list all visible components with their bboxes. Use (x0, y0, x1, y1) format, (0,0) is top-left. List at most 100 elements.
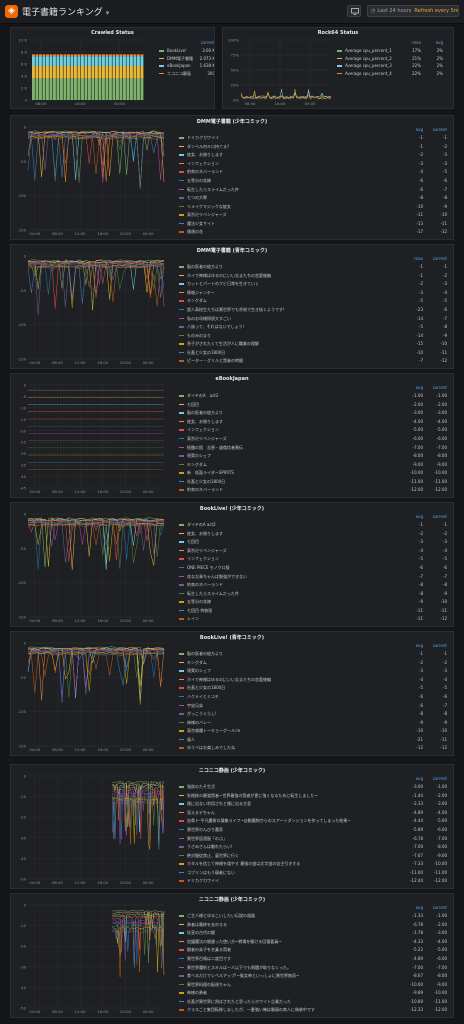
legend-item[interactable]: 東京喰種トーキョーグール:re -10 -10 (179, 727, 451, 734)
legend-item[interactable]: 私のお母様探偵大すごい -14 -7 (179, 315, 451, 322)
legend-col-header[interactable]: avg (401, 127, 423, 133)
legend-item[interactable]: 食べるだけでレベルアップ!~駄女神といっしょに異世界無双~ -8.67 -8.00 (179, 972, 451, 979)
legend-item[interactable]: 神様の勇者 -9.89 -10.00 (179, 989, 451, 996)
legend-item[interactable]: ホイで神様はゆるのにいい太またちの恋愛後編 -1 -2 (179, 272, 451, 279)
legend-col-header[interactable]: current (425, 385, 447, 391)
legend-col-header[interactable]: avg (421, 40, 443, 46)
legend-item[interactable]: 社畜と少女の1800日 -11.00 -11.00 (179, 478, 451, 485)
legend-col-header[interactable]: avg (401, 514, 423, 520)
legend-item[interactable]: Average cpu_percent_2 21% 2% (337, 55, 453, 62)
legend-item[interactable]: 新 仮面ライダーSPIRITS -10.00 -10.00 (179, 469, 451, 476)
legend-item[interactable]: 約束のネバーランド -12.00 -12.00 (179, 486, 451, 493)
legend-item[interactable]: ニコニコ静画 300 (159, 70, 214, 77)
legend-item[interactable]: 絶対服従禁止、裏世界に行く -7.67 -9.00 (179, 852, 451, 859)
legend-item[interactable]: 異世界魔術とスキルは一人以下でも問題が取りなくった。 -7.00 -7.00 (179, 964, 451, 971)
legend-item[interactable]: Average cpu_percent_1 17% 3% (337, 47, 453, 54)
legend-item[interactable]: ゆうべはお楽しみでしたね -12 -12 (179, 744, 451, 751)
legend-item[interactable]: ホタルを信じて神様を増やす 最強の蛍は文字蛍の自主引きする -7.33 -10.00 (179, 860, 451, 867)
legend-item[interactable]: 宇宙兄弟 -6 -7 (179, 702, 451, 709)
legend-item[interactable]: 七回目 特装版 -11 -11 (179, 607, 451, 614)
legend-item[interactable]: 転生したらスライムだった件 -6 -7 (179, 186, 451, 193)
legend-item[interactable]: 風人 -21 -11 (179, 736, 451, 743)
legend-col-current[interactable]: current (193, 40, 214, 46)
legend-item[interactable]: 八族って、それはないでしょう! -5 -8 (179, 323, 451, 330)
legend-item[interactable]: 僕達の花 -17 -12 (179, 228, 451, 235)
legend-col-header[interactable]: current (425, 127, 447, 133)
legend-item[interactable]: ご主人様とゆるこいしたい伝説の道器 -1.33 -1.00 (179, 912, 451, 919)
legend-item[interactable]: 僕に出ない利用されと僕に出る主君 -2.33 -3.00 (179, 800, 451, 807)
grafana-logo-icon[interactable]: ◈ (5, 5, 18, 18)
legend-item[interactable]: 勇者は最終を支のろる -6.78 -2.00 (179, 921, 451, 928)
legend-item[interactable]: 脳の医者の彼方より -3.00 -3.00 (179, 409, 451, 416)
legend-item[interactable]: キングダム -2 -2 (179, 659, 451, 666)
legend-item[interactable]: キングダム -9.00 -9.00 (179, 461, 451, 468)
legend-col-header[interactable]: avg (401, 776, 423, 782)
legend-item[interactable]: 情報ジャンキー -3 -4 (179, 289, 451, 296)
legend-item[interactable]: ダイヤのA act2 -1.00 -1.00 (179, 392, 451, 399)
legend-item[interactable]: ダンベル何キロ持てる? -1 -2 (179, 143, 451, 150)
legend-item[interactable]: BookLive! 3.60 K (159, 47, 214, 54)
legend-item[interactable]: ONE PIECE モノクロ版 -6 -6 (179, 564, 451, 571)
legend-col-header[interactable]: current (425, 643, 447, 649)
legend-item[interactable]: 異世界召喚は二度目です -4.89 -6.00 (179, 955, 451, 962)
legend-item[interactable]: 転生したらスライムだった件 -8 -9 (179, 590, 451, 597)
legend-item[interactable]: 七回目 -3 -3 (179, 538, 451, 545)
legend-item[interactable]: 異世界料理の配達ちゃん -10.00 -9.00 (179, 981, 451, 988)
legend-item[interactable]: 東京卍リベンジャーズ -6.00 -6.00 (179, 435, 451, 442)
legend-col-header[interactable]: current (425, 256, 447, 262)
legend-item[interactable]: 彼女、お借りします -2 -2 (179, 530, 451, 537)
legend-item[interactable]: ドミカクカワイイ -1 -1 (179, 134, 451, 141)
legend-item[interactable]: 七つの大罪 -8 -8 (179, 194, 451, 201)
legend-item[interactable]: ものみのまり -14 -9 (179, 332, 451, 339)
legend-item[interactable]: 花なな青ちゃんは勉強ができない -7 -7 (179, 573, 451, 580)
legend-item[interactable]: 脳の医者の彼方より -1 -1 (179, 650, 451, 657)
legend-item[interactable]: ダイヤのA act2 -1 -1 (179, 521, 451, 528)
legend-item[interactable]: 血骨ド-平凡魔術の凝集ライフ~自動魔物からのスアートダンジョンを作ってしまった結… (179, 817, 451, 824)
legend-item[interactable]: 社畜と少女の1800日 -10 -11 (179, 349, 451, 356)
legend-col-header[interactable]: current (425, 905, 447, 911)
legend-item[interactable]: 蹴者の弟子を名乗る賢者 -5.22 -5.00 (179, 946, 451, 953)
legend-item[interactable]: うさみさんは触れたらい! -7.00 -8.00 (179, 843, 451, 850)
legend-item[interactable]: 現実のシェフ -8.00 -8.00 (179, 452, 451, 459)
legend-item[interactable]: ハクメイとミコチ -6 -6 (179, 693, 451, 700)
legend-item[interactable]: レイン -11 -12 (179, 615, 451, 622)
legend-item[interactable]: 強欲のたそ生活 -3.00 -1.00 (179, 783, 451, 790)
legend-item[interactable]: 約束のネバーランド -8 -8 (179, 581, 451, 588)
legend-item[interactable]: 彼女、お借りします -2 -3 (179, 151, 451, 158)
legend-item[interactable]: インフェクション -5 -5 (179, 555, 451, 562)
legend-col-header[interactable]: current (425, 776, 447, 782)
legend-item[interactable]: 加護魔法の間違った使い方~戦場を駆ける回復要員~ -4.33 -4.00 (179, 938, 451, 945)
legend-item[interactable]: リメイクマジックな彼女 -10 -9 (179, 203, 451, 210)
legend-item[interactable]: インフェクション -3 -3 (179, 160, 451, 167)
legend-item[interactable]: インフェクション -5.00 -5.00 (179, 426, 451, 433)
legend-item[interactable]: 社畜と少女の1800日 -5 -5 (179, 684, 451, 691)
legend-item[interactable]: 社畜が異世界に飛ばされたと思ったらホワイト企業だった -10.89 -11.00 (179, 998, 451, 1005)
legend-item[interactable]: 七回目 -2.00 -2.00 (179, 401, 451, 408)
legend-item[interactable]: 託宣の古代の鍵 -1.78 -3.00 (179, 929, 451, 936)
legend-item[interactable]: 失格紋の最強賢者~世界最強の賢者が更に強くなるために転生しました~ -1.44 -2… (179, 792, 451, 799)
legend-col-header[interactable]: avg (401, 643, 423, 649)
legend-item[interactable]: ピーター・グリルと賢者の時間 -7 -12 (179, 357, 451, 364)
legend-item[interactable]: 神様のバレー -9 -9 (179, 719, 451, 726)
legend-item[interactable]: 超人高校生たちは異世界でも余裕で生き抜くようです! -23 -6 (179, 306, 451, 313)
legend-item[interactable]: クラスごと集団転移しましたが、一番強い俺は最弱の商人に偽装中です -12.33 -1… (179, 1006, 451, 1013)
legend-item[interactable]: ゴブリンはもう弱者にない -11.00 -11.00 (179, 869, 451, 876)
legend-item[interactable]: ホイで神様はゆるのにいい太またちの恋愛後編 -4 -4 (179, 676, 451, 683)
legend-col-header[interactable]: current (425, 514, 447, 520)
legend-col-header[interactable]: max (399, 40, 421, 46)
legend-col-header[interactable]: max (401, 256, 423, 262)
legend-item[interactable]: eBookJapan 1.638 K (159, 62, 214, 69)
legend-item[interactable]: DMM電子書籍 2.073 K (159, 55, 214, 62)
legend-item[interactable]: キングダム -5 -5 (179, 297, 451, 304)
legend-item[interactable]: 魔法少女サイト -13 -11 (179, 220, 451, 227)
legend-item[interactable]: 異世界居酒屋「のぶ」 -6.78 -7.00 (179, 835, 451, 842)
time-picker[interactable]: ◷ Last 24 hours Refresh every 5m (367, 5, 459, 17)
legend-item[interactable]: 東京卍リベンジャーズ -4 -4 (179, 547, 451, 554)
legend-item[interactable]: 脳の医者の彼方より -1 -1 (179, 263, 451, 270)
legend-item[interactable]: ドミカクカワイイ -12.44 -12.00 (179, 877, 451, 884)
legend-item[interactable]: 約束のネバーランド -4 -5 (179, 168, 451, 175)
legend-item[interactable]: Average cpu_percent_4 22% 2% (337, 70, 453, 77)
tv-mode-button[interactable] (347, 5, 361, 17)
legend-item[interactable]: Average cpu_percent_3 22% 2% (337, 62, 453, 69)
legend-item[interactable]: 現実のシェフ -3 -3 (179, 667, 451, 674)
